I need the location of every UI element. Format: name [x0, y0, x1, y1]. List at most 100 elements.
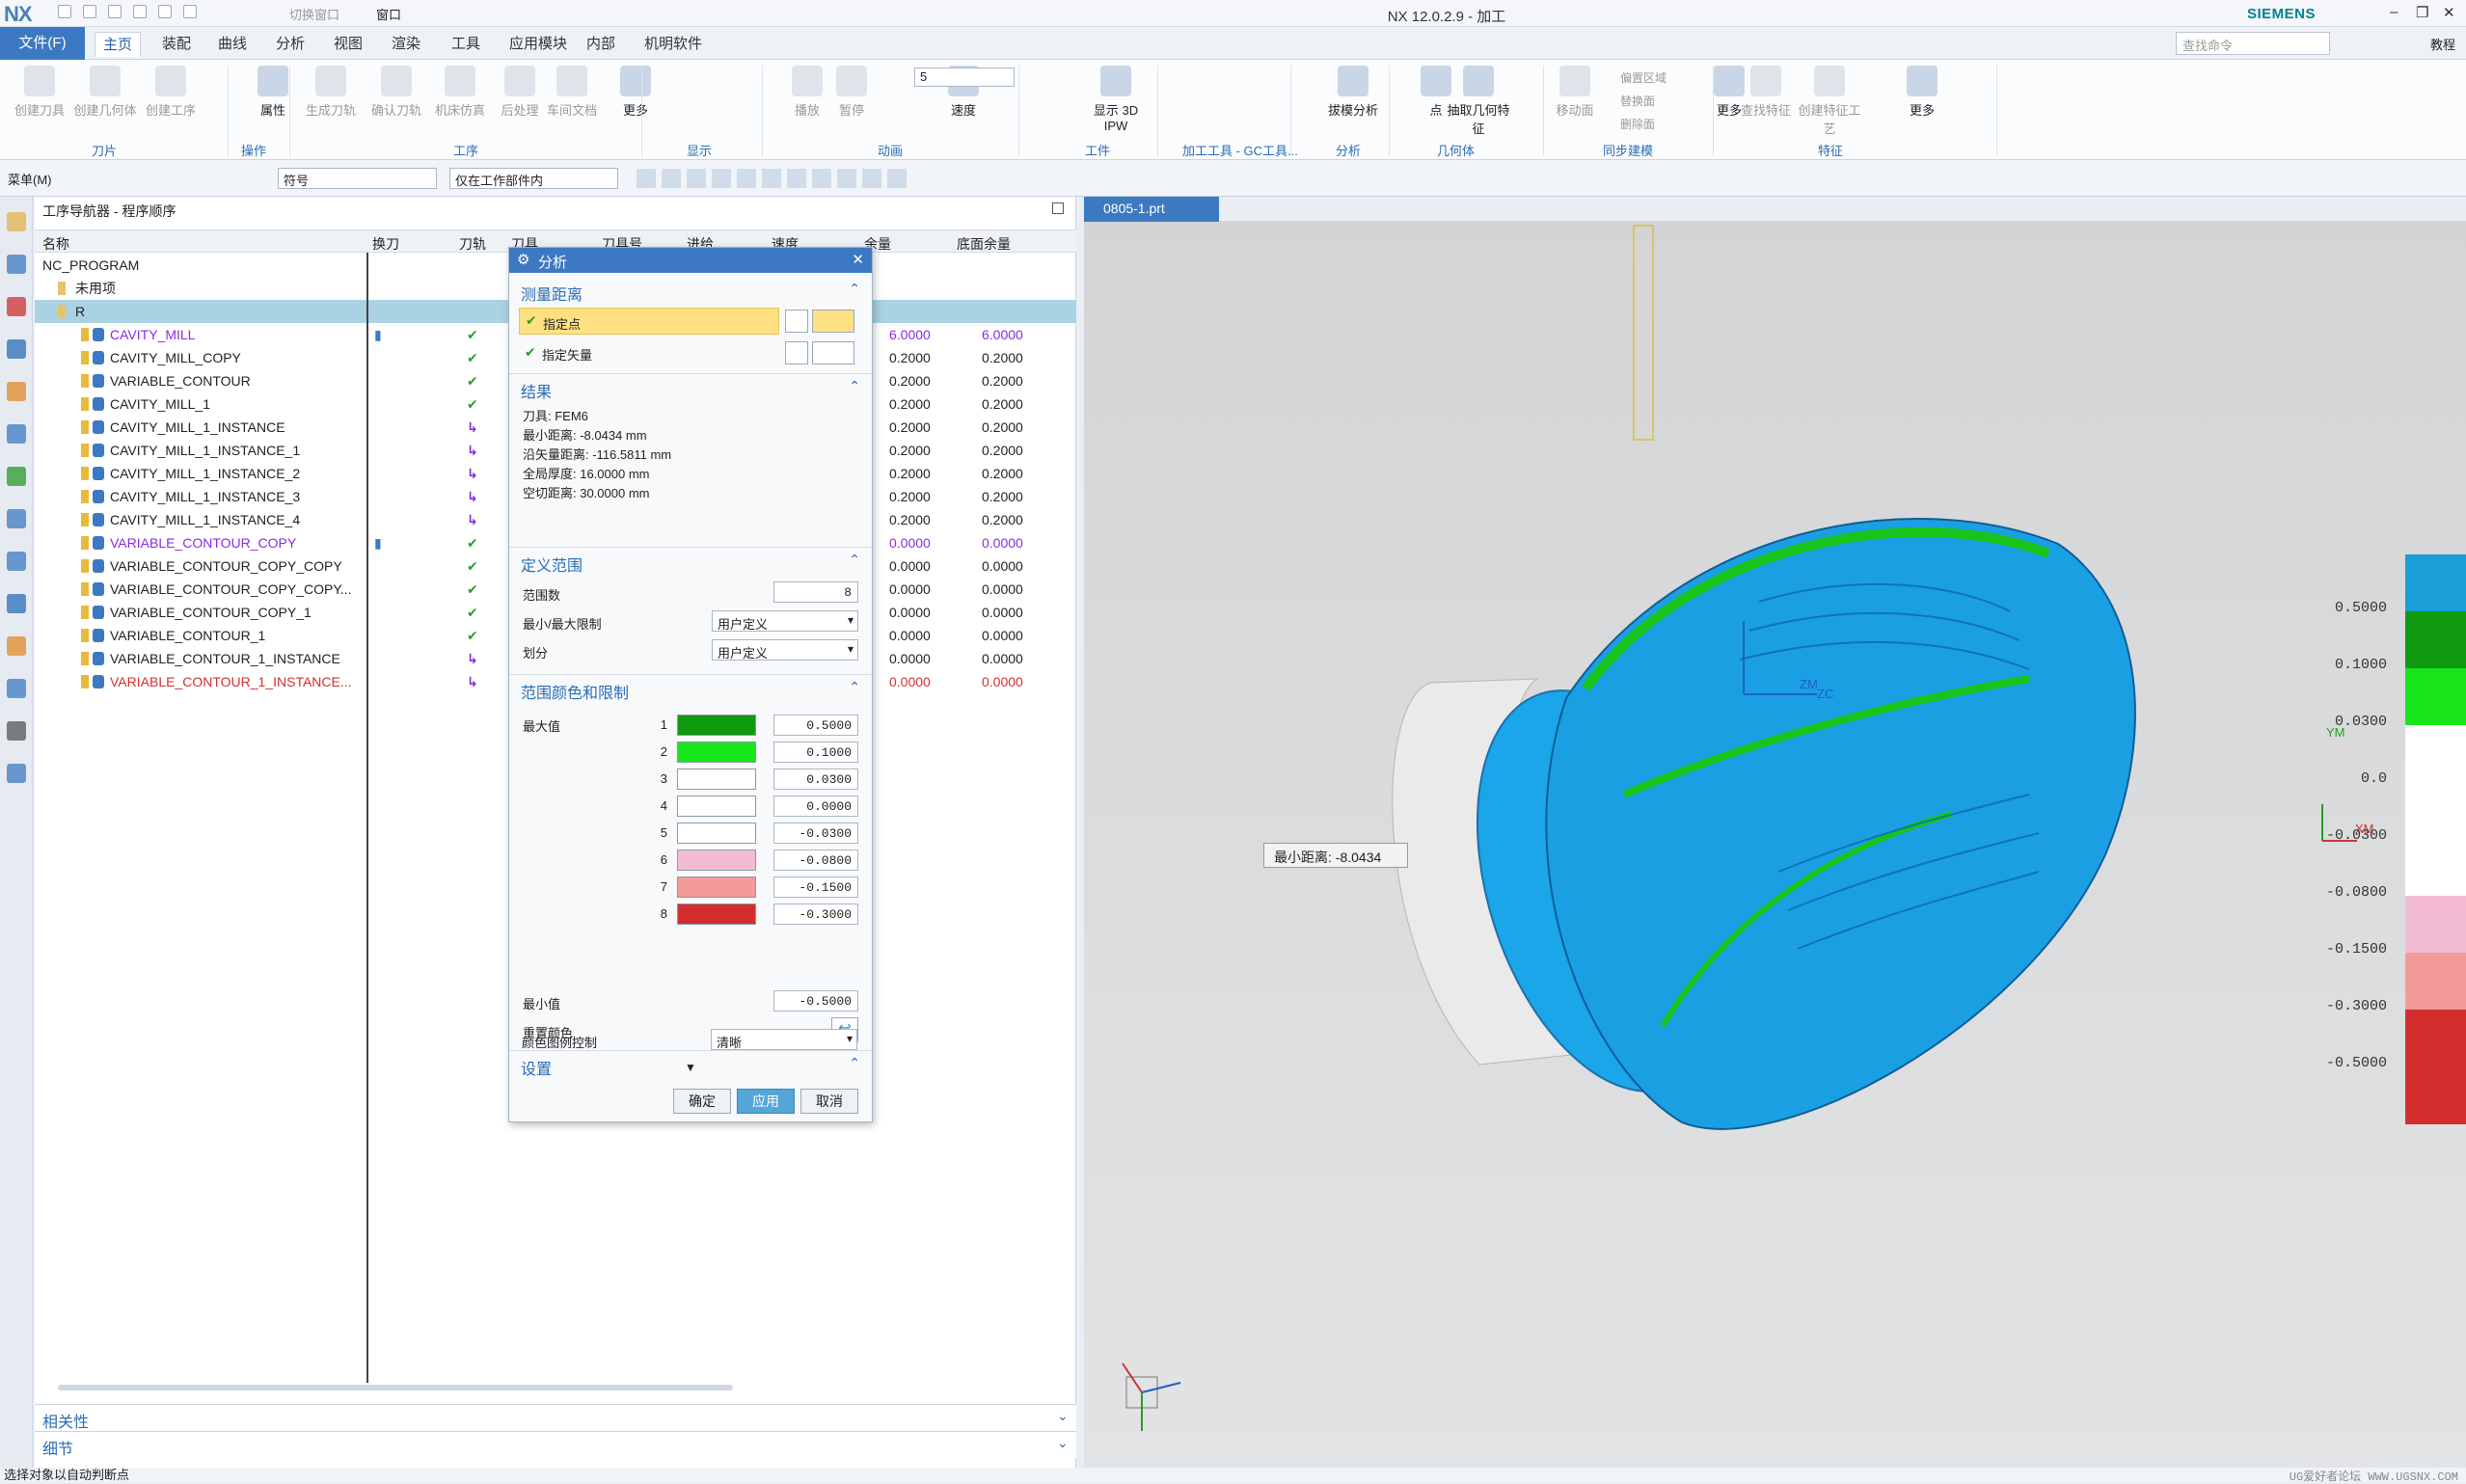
graphics-window[interactable]: ZC ZM XM YM [1084, 197, 2466, 1468]
resource-tab-icon[interactable] [7, 212, 26, 231]
minimize-button[interactable]: – [2390, 4, 2398, 20]
chevron-down-icon[interactable]: ⌄ [1057, 1435, 1069, 1451]
command-search-input[interactable]: 查找命令 [2176, 32, 2330, 55]
section-result[interactable]: 结果 ⌃ [509, 373, 872, 401]
level-color-swatch[interactable] [677, 796, 756, 817]
part-tab[interactable]: 0805-1.prt [1084, 197, 1219, 222]
resource-tab-icon[interactable] [7, 552, 26, 571]
specify-vector-row[interactable]: ✔ 指定矢量 [519, 340, 779, 365]
section-measure[interactable]: 测量距离 ⌃ [509, 277, 872, 304]
snap-point-icons[interactable] [637, 169, 907, 188]
resource-tab-icon[interactable] [7, 382, 26, 401]
window-menu[interactable]: 窗口 [376, 5, 401, 23]
ribbon-button-0[interactable]: 创建刀具 [8, 66, 71, 119]
type-filter-select[interactable]: 符号 [278, 168, 437, 189]
section-colors[interactable]: 范围颜色和限制 ⌃ [509, 674, 872, 702]
column-header[interactable]: 底面余量 [957, 234, 1011, 254]
chevron-down-icon[interactable]: ⌄ [1057, 1408, 1069, 1424]
resource-tab-icon[interactable] [7, 255, 26, 274]
level-color-swatch[interactable] [677, 715, 756, 736]
column-header[interactable]: 换刀 [372, 234, 399, 254]
section-range[interactable]: 定义范围 ⌃ [509, 547, 872, 575]
resource-tab-icon[interactable] [7, 424, 26, 444]
maximize-navigator-icon[interactable] [1052, 202, 1064, 214]
cut-icon[interactable] [133, 5, 147, 18]
column-header[interactable]: 名称 [42, 234, 69, 254]
switch-window-button[interactable]: 切换窗口 [289, 5, 339, 23]
level-color-swatch[interactable] [677, 823, 756, 844]
tab-6[interactable]: 工具 [444, 32, 488, 57]
range-count-stepper[interactable]: 8 [773, 581, 858, 603]
resource-tab-icon[interactable] [7, 721, 26, 741]
speed-select[interactable]: 5 [914, 67, 1015, 87]
vector-dialog-icon[interactable] [812, 341, 854, 364]
level-value-input[interactable]: 0.5000 [773, 715, 858, 736]
tab-5[interactable]: 渲染 [384, 32, 428, 57]
undo-icon[interactable] [83, 5, 96, 18]
min-value-input[interactable]: -0.5000 [773, 990, 858, 1012]
ribbon-button-14[interactable]: 拔模分析 [1321, 66, 1385, 119]
resource-tab-icon[interactable] [7, 339, 26, 359]
horizontal-scrollbar[interactable] [58, 1385, 733, 1390]
legend-control-select[interactable]: 清晰 [711, 1029, 857, 1050]
level-value-input[interactable]: -0.1500 [773, 877, 858, 898]
redo-icon[interactable] [108, 5, 122, 18]
ribbon-button-20[interactable]: 创建特征工艺 [1798, 66, 1861, 137]
ok-button[interactable]: 确定 [673, 1089, 731, 1114]
collapse-icon[interactable]: ⌃ [849, 378, 860, 394]
level-color-swatch[interactable] [677, 742, 756, 763]
resource-tab-icon[interactable] [7, 764, 26, 783]
file-menu[interactable]: 文件(F) [0, 27, 85, 60]
level-value-input[interactable]: -0.3000 [773, 904, 858, 925]
selection-scope-select[interactable]: 仅在工作部件内 [449, 168, 618, 189]
tab-4[interactable]: 视图 [326, 32, 370, 57]
level-value-input[interactable]: 0.0000 [773, 796, 858, 817]
ribbon-button-8[interactable]: 车间文档 [540, 66, 604, 119]
ribbon-button-4[interactable]: 生成刀轨 [299, 66, 363, 119]
tab-3[interactable]: 分析 [268, 32, 312, 57]
divide-select[interactable]: 用户定义 [712, 639, 858, 661]
collapse-icon[interactable]: ⌃ [849, 281, 860, 297]
collapse-icon[interactable]: ⌃ [849, 1055, 860, 1071]
tab-9[interactable]: 机明软件 [637, 32, 710, 57]
level-color-swatch[interactable] [677, 877, 756, 898]
cancel-button[interactable]: 取消 [800, 1089, 858, 1114]
ribbon-button-9[interactable]: 更多 [604, 66, 667, 119]
inferred-point-icon[interactable] [812, 310, 854, 333]
specify-point-row[interactable]: ✔ 指定点 [519, 308, 779, 335]
tab-0[interactable]: 主页 [95, 32, 142, 57]
level-color-swatch[interactable] [677, 850, 756, 871]
column-header[interactable]: 刀轨 [459, 234, 486, 254]
resource-tab-icon[interactable] [7, 636, 26, 656]
details-panel[interactable]: 细节 [35, 1431, 1076, 1458]
level-value-input[interactable]: -0.0800 [773, 850, 858, 871]
sync-delete-face[interactable]: 删除面 [1620, 116, 1655, 132]
tab-8[interactable]: 内部 [579, 32, 623, 57]
ribbon-button-11[interactable]: 暂停 [820, 66, 883, 119]
level-value-input[interactable]: 0.1000 [773, 742, 858, 763]
ribbon-button-21[interactable]: 更多 [1890, 66, 1954, 119]
minmax-select[interactable]: 用户定义 [712, 610, 858, 632]
ribbon-button-3[interactable]: 属性 [241, 66, 305, 119]
resource-tab-icon[interactable] [7, 679, 26, 698]
tutorial-link[interactable]: 教程 [2430, 35, 2455, 53]
resource-tab-icon[interactable] [7, 467, 26, 486]
collapse-icon[interactable]: ⌃ [849, 552, 860, 568]
save-icon[interactable] [58, 5, 71, 18]
tab-2[interactable]: 曲线 [210, 32, 255, 57]
restore-button[interactable]: ❐ [2416, 4, 2428, 21]
close-icon[interactable]: ✕ [852, 251, 864, 268]
ribbon-button-5[interactable]: 确认刀轨 [365, 66, 428, 119]
tab-1[interactable]: 装配 [154, 32, 199, 57]
level-value-input[interactable]: 0.0300 [773, 769, 858, 790]
sync-offset-region[interactable]: 偏置区域 [1620, 69, 1667, 86]
ribbon-button-17[interactable]: 移动面 [1543, 66, 1607, 119]
paste-icon[interactable] [183, 5, 197, 18]
tab-7[interactable]: 应用模块 [501, 32, 575, 57]
close-button[interactable]: ✕ [2443, 4, 2455, 21]
dependencies-panel[interactable]: 相关性 [35, 1404, 1076, 1431]
resource-tab-icon[interactable] [7, 594, 26, 613]
sync-replace-face[interactable]: 替换面 [1620, 93, 1655, 109]
level-color-swatch[interactable] [677, 769, 756, 790]
collapse-icon[interactable]: ⌃ [849, 679, 860, 695]
